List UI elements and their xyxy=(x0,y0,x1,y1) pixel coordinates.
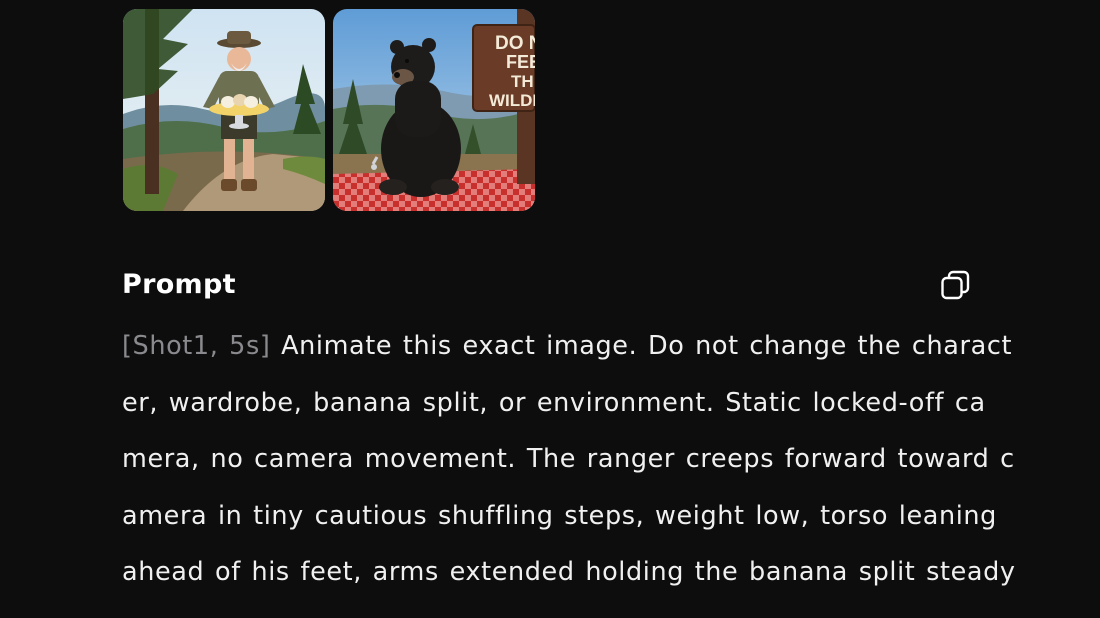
prompt-line: ahead of his feet, arms extended holding… xyxy=(122,557,1016,588)
prompt-text: [Shot1, 5s] Animate this exact image. Do… xyxy=(122,318,1016,601)
prompt-header: Prompt xyxy=(122,266,972,306)
bear-thumbnail[interactable]: DO N FEE TH WILDI xyxy=(333,9,535,211)
sign-line-4: WILDI xyxy=(489,91,535,110)
sign-line-2: FEE xyxy=(506,52,535,72)
prompt-line: mera, no camera movement. The ranger cre… xyxy=(122,444,1015,475)
prompt-line-text: Animate this exact image. Do not change … xyxy=(270,331,1013,361)
ranger-thumbnail[interactable] xyxy=(123,9,325,211)
copy-icon xyxy=(941,270,970,300)
copy-button[interactable] xyxy=(940,269,972,301)
prompt-line: er, wardrobe, banana split, or environme… xyxy=(122,387,986,418)
sign-line-3: TH xyxy=(511,72,534,91)
sign-line-1: DO N xyxy=(495,33,535,54)
page: DO N FEE TH WILDI Prompt xyxy=(0,0,1100,618)
shot-tag: [Shot1, 5s] xyxy=(122,331,271,361)
reference-images: DO N FEE TH WILDI xyxy=(123,9,535,211)
prompt-title: Prompt xyxy=(122,269,236,300)
prompt-line: [Shot1, 5s] Animate this exact image. Do… xyxy=(122,318,1011,375)
prompt-line: amera in tiny cautious shuffling steps, … xyxy=(122,500,997,531)
